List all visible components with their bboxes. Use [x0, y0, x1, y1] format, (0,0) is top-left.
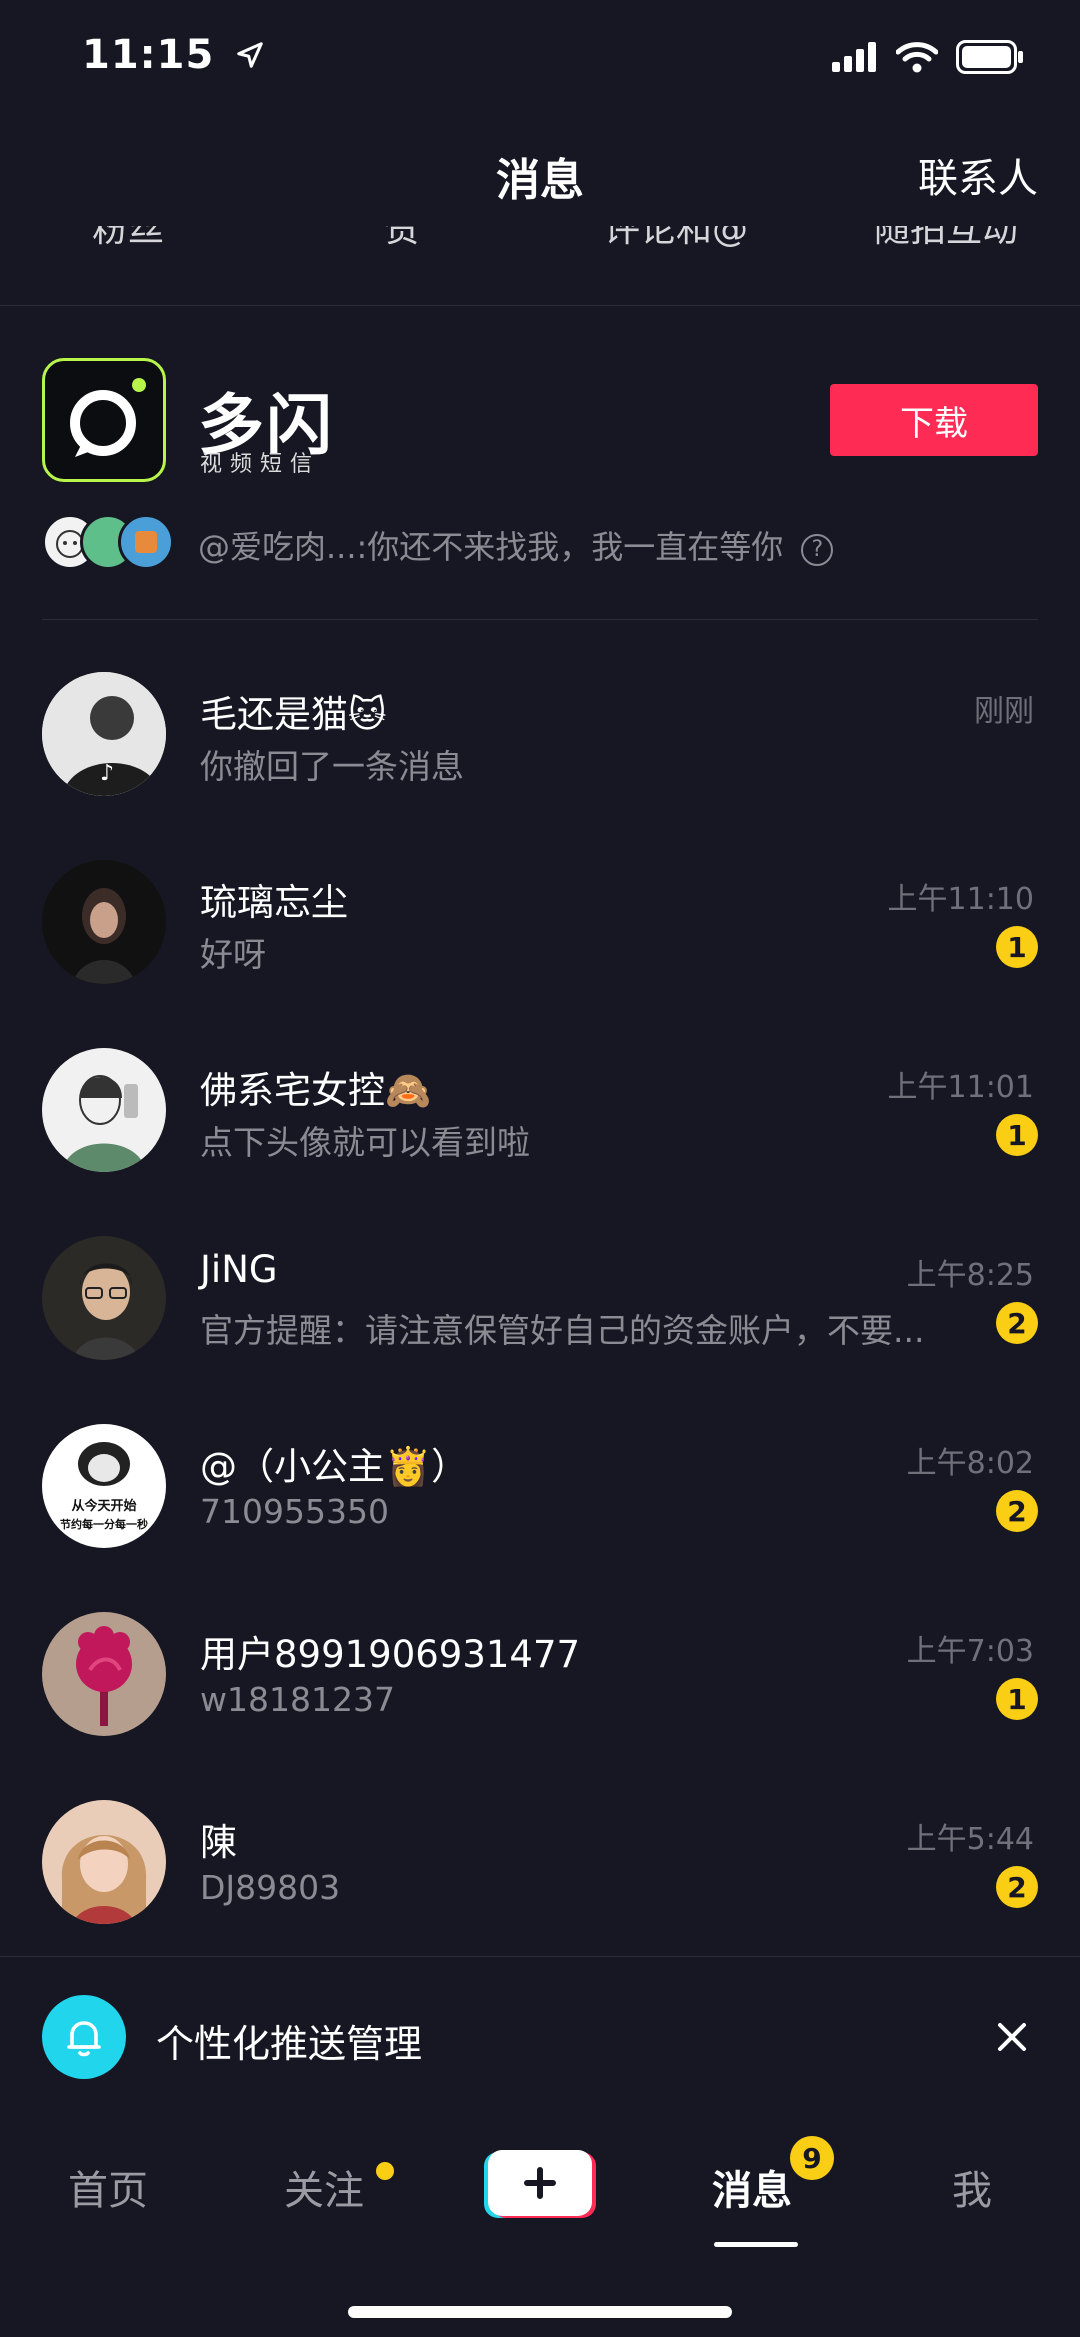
conversation-time: 上午5:44: [906, 1822, 1034, 1857]
conversation-item[interactable]: JiNG 官方提醒：请注意保管好自己的资金账户，不要... 上午8:25 2: [0, 1236, 1080, 1424]
category-comments[interactable]: 评论和@: [604, 226, 748, 252]
duoshan-logo: [42, 358, 166, 482]
tab-me[interactable]: 我: [952, 2158, 992, 2216]
active-tab-indicator: [714, 2242, 798, 2247]
bell-icon: [67, 2021, 101, 2057]
messages-badge: 9: [790, 2136, 834, 2180]
avatar[interactable]: [42, 1800, 166, 1924]
unread-badge: 2: [996, 1866, 1038, 1908]
status-bar: 11:15: [0, 0, 1080, 120]
conversation-item[interactable]: 琉璃忘尘 好呀 上午11:10 1: [0, 860, 1080, 1048]
promo-subtitle: 视频短信: [200, 452, 321, 477]
conversation-time: 上午11:01: [887, 1070, 1034, 1105]
conversation-time: 上午8:25: [906, 1258, 1034, 1293]
bell-icon-container: [42, 1995, 126, 2079]
conversation-item[interactable]: 佛系宅女控🙈 点下头像就可以看到啦 上午11:01 1: [0, 1048, 1080, 1236]
bottom-tab-bar: 首页 关注 消息 9 我: [0, 2118, 1080, 2337]
conversation-name: 陳: [200, 1821, 237, 1864]
signal-icon: [832, 42, 876, 72]
conversation-time: 刚刚: [974, 694, 1034, 729]
tab-home[interactable]: 首页: [68, 2158, 148, 2216]
battery-icon: [956, 40, 1023, 74]
tab-messages[interactable]: 消息: [712, 2158, 792, 2216]
tiktok-logo-icon: ♪: [100, 761, 114, 786]
home-indicator[interactable]: [348, 2306, 732, 2318]
conversation-item[interactable]: 从今天开始 节约每一分每一秒 @（小公主👸） 710955350 上午8:02 …: [0, 1424, 1080, 1612]
conversation-time: 上午7:03: [906, 1634, 1034, 1669]
conversation-time: 上午8:02: [906, 1446, 1034, 1481]
promo-card[interactable]: 多闪 视频短信 下载 @爱吃肉...:你还不来找我，我一直在等你?: [42, 358, 1038, 620]
conversation-name: JiNG: [200, 1248, 278, 1291]
unread-badge: 1: [996, 926, 1038, 968]
conversation-name: @（小公主👸）: [200, 1445, 469, 1488]
category-row: 粉丝 赞 评论和@ 随拍互动: [0, 226, 1080, 306]
status-indicators: [832, 40, 1024, 74]
unread-badge: 2: [996, 1490, 1038, 1532]
follow-dot: [376, 2162, 394, 2180]
download-button[interactable]: 下载: [830, 384, 1038, 456]
svg-text:从今天开始: 从今天开始: [71, 1498, 136, 1514]
push-management-label: 个性化推送管理: [156, 2022, 423, 2066]
conversation-message: 710955350: [200, 1492, 389, 1531]
category-likes[interactable]: 赞: [384, 226, 420, 252]
contacts-button[interactable]: 联系人: [918, 146, 1038, 204]
wifi-icon: [896, 42, 938, 73]
chat-bubble-icon: [70, 378, 146, 457]
svg-text:节约每一分每一秒: 节约每一分每一秒: [60, 1517, 148, 1531]
create-plus-button[interactable]: [484, 2148, 596, 2220]
conversation-name: 琉璃忘尘: [200, 881, 348, 924]
conversation-message: DJ89803: [200, 1868, 341, 1907]
promo-message: @爱吃肉...:你还不来找我，我一直在等你?: [198, 522, 834, 568]
promo-avatar-stack: [42, 514, 174, 570]
conversation-message: 你撤回了一条消息: [200, 747, 464, 786]
tab-follow[interactable]: 关注: [284, 2158, 364, 2216]
conversation-item[interactable]: ♪ 毛还是猫🐱 你撤回了一条消息 刚刚: [0, 672, 1080, 860]
avatar[interactable]: [42, 1048, 166, 1172]
avatar[interactable]: ♪: [42, 672, 166, 796]
avatar[interactable]: 从今天开始 节约每一分每一秒: [42, 1424, 166, 1548]
location-arrow-icon: [237, 42, 264, 68]
mini-avatar: [118, 514, 174, 570]
close-icon[interactable]: [984, 2009, 1040, 2065]
category-interactions[interactable]: 随拍互动: [874, 226, 1018, 252]
conversation-message: w18181237: [200, 1680, 395, 1719]
header: 消息 联系人: [0, 130, 1080, 220]
status-time: 11:15: [82, 32, 265, 78]
unread-badge: 1: [996, 1678, 1038, 1720]
push-management-bar[interactable]: 个性化推送管理: [0, 1956, 1080, 2118]
conversation-name: 用户8991906931477: [200, 1633, 581, 1676]
conversation-message: 官方提醒：请注意保管好自己的资金账户，不要...: [200, 1311, 925, 1350]
conversation-name: 毛还是猫🐱: [200, 693, 387, 736]
help-icon[interactable]: ?: [801, 534, 834, 566]
avatar[interactable]: [42, 1612, 166, 1736]
category-fans[interactable]: 粉丝: [92, 226, 164, 252]
unread-badge: 1: [996, 1114, 1038, 1156]
conversation-item[interactable]: 用户8991906931477 w18181237 上午7:03 1: [0, 1612, 1080, 1800]
avatar[interactable]: [42, 1236, 166, 1360]
unread-badge: 2: [996, 1302, 1038, 1344]
conversation-name: 佛系宅女控🙈: [200, 1069, 432, 1112]
conversation-time: 上午11:10: [887, 882, 1034, 917]
avatar[interactable]: [42, 860, 166, 984]
conversation-message: 好呀: [200, 935, 266, 974]
conversation-message: 点下头像就可以看到啦: [200, 1123, 530, 1162]
